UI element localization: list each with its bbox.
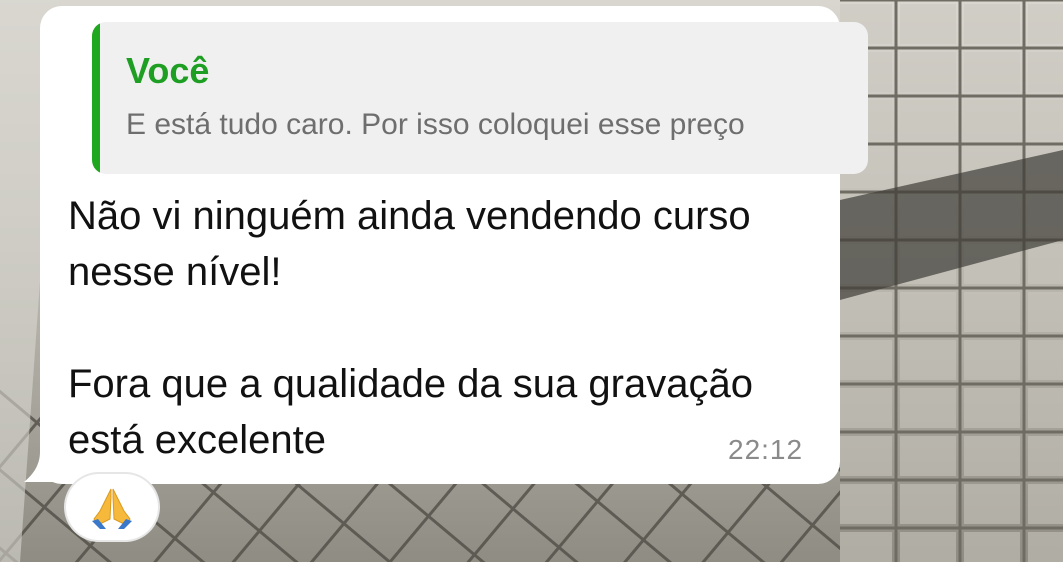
message-text: Não vi ninguém ainda vendendo curso ness… — [68, 188, 828, 468]
message-line: está excelente — [68, 418, 326, 462]
message-line: Fora que a qualidade da sua gravação — [68, 362, 753, 406]
folded-hands-icon — [92, 488, 132, 529]
quote-author: Você — [126, 50, 210, 91]
message-line: Não vi ninguém ainda vendendo curso — [68, 194, 751, 238]
quoted-reply[interactable]: Você E está tudo caro. Por isso coloquei… — [92, 22, 868, 174]
message-timestamp: 22:12 — [728, 434, 804, 465]
message-line: nesse nível! — [68, 250, 282, 294]
quote-text: E está tudo caro. Por isso coloquei esse… — [126, 108, 745, 141]
reaction-badge[interactable] — [66, 474, 158, 540]
quote-accent-bar — [92, 22, 100, 174]
